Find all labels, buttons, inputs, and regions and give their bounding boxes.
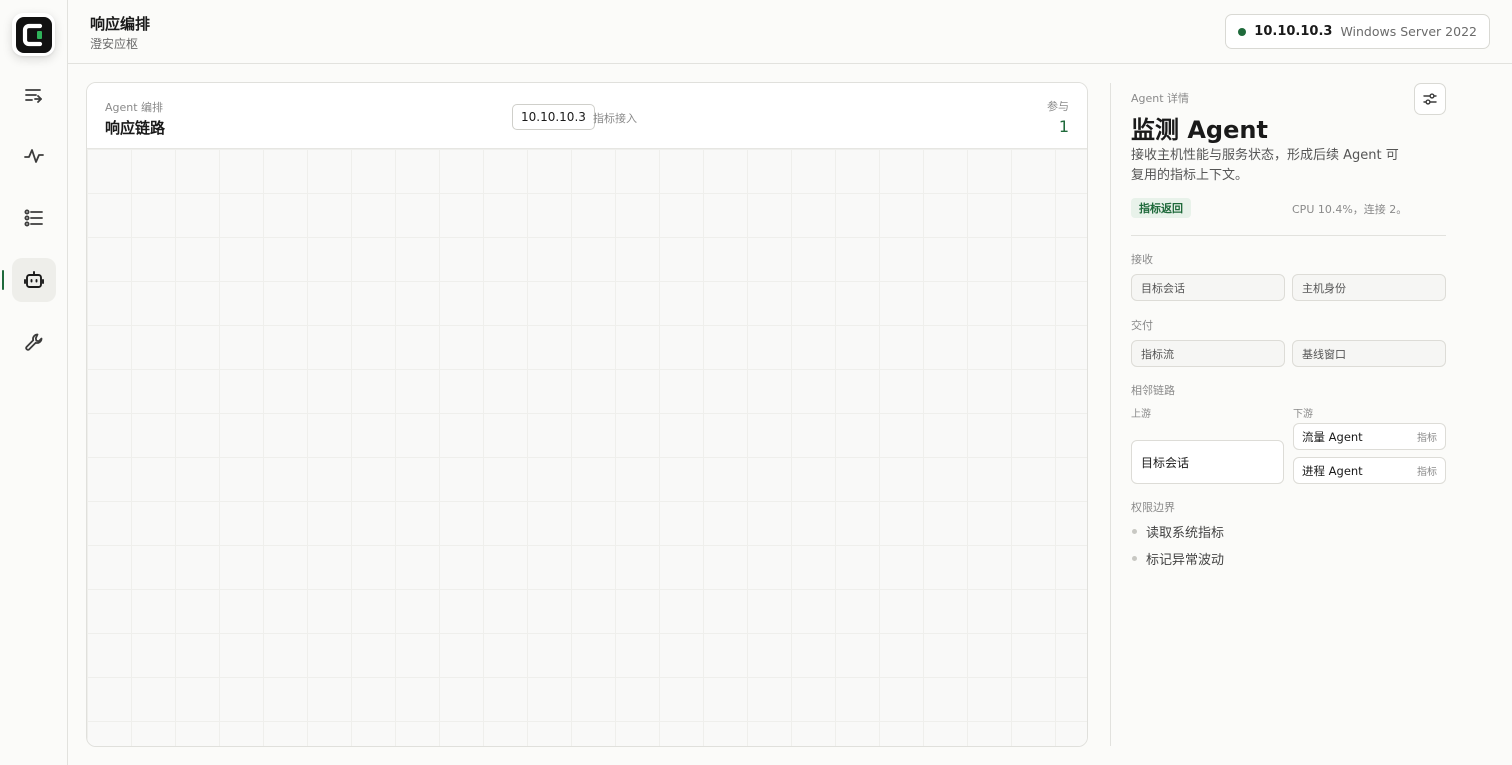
sliders-icon (1423, 93, 1437, 105)
canvas-ip-chip[interactable]: 10.10.10.3 (512, 104, 595, 130)
status-badge: 指标返回 (1131, 198, 1191, 218)
orchestration-canvas-panel: Agent 编排 响应链路 10.10.10.3 指标接入 参与 1 (86, 82, 1088, 747)
list-arrow-icon (25, 89, 42, 103)
upstream-label: 上游 (1131, 409, 1151, 420)
bullet-icon (1132, 529, 1137, 534)
wrench-icon (25, 333, 43, 351)
settings-button[interactable] (1414, 83, 1446, 115)
page-title: 响应编排 (90, 15, 151, 33)
canvas-title: 响应链路 (105, 119, 166, 137)
receive-field-identity: 主机身份 (1292, 274, 1446, 301)
sidebar (0, 0, 68, 765)
participants-label: 参与 (1047, 100, 1069, 113)
host-ip: 10.10.10.3 (1254, 24, 1333, 39)
host-os: Windows Server 2022 (1340, 24, 1477, 39)
downstream-tag: 指标 (1417, 433, 1437, 444)
downstream-name: 流量 Agent (1302, 429, 1363, 444)
neighbors-label: 相邻链路 (1131, 384, 1175, 397)
canvas-header: Agent 编排 响应链路 10.10.10.3 指标接入 参与 1 (87, 83, 1087, 149)
downstream-label: 下游 (1293, 409, 1313, 420)
deliver-label: 交付 (1131, 319, 1153, 332)
receive-field-session: 目标会话 (1131, 274, 1285, 301)
permission-item: 标记异常波动 (1131, 549, 1224, 568)
deliver-field-baseline: 基线窗口 (1292, 340, 1446, 367)
canvas-eyebrow: Agent 编排 (105, 101, 164, 114)
canvas-grid[interactable] (87, 149, 1087, 746)
app-logo-icon (15, 16, 52, 53)
nav-responses[interactable] (12, 73, 56, 117)
app-logo[interactable] (12, 13, 55, 56)
downstream-tag: 指标 (1417, 467, 1437, 478)
nav-tools[interactable] (12, 320, 56, 364)
nav-activity[interactable] (12, 134, 56, 178)
agent-description: 接收主机性能与服务状态，形成后续 Agent 可复用的指标上下文。 (1131, 148, 1399, 183)
robot-icon (24, 271, 44, 288)
section-divider (1131, 235, 1446, 236)
panel-divider (1110, 83, 1111, 746)
host-selector[interactable]: 10.10.10.3 Windows Server 2022 (1225, 14, 1490, 49)
top-bar: 响应编排 澄安应枢 10.10.10.3 Windows Server 2022 (68, 0, 1512, 64)
pulse-icon (24, 149, 44, 163)
nav-tasks[interactable] (12, 196, 56, 240)
downstream-node[interactable]: 进程 Agent 指标 (1293, 457, 1446, 484)
permission-text: 读取系统指标 (1146, 526, 1225, 541)
permission-item: 读取系统指标 (1131, 522, 1224, 541)
agent-title: 监测 Agent (1131, 116, 1268, 144)
receive-label: 接收 (1131, 253, 1153, 266)
metric-summary: CPU 10.4%，连接 2。 (1292, 203, 1408, 216)
downstream-node[interactable]: 流量 Agent 指标 (1293, 423, 1446, 450)
canvas-ip-hint: 指标接入 (593, 112, 637, 125)
nav-agents[interactable] (12, 258, 56, 302)
participants-count: 1 (1058, 117, 1069, 136)
bullet-icon (1132, 556, 1137, 561)
deliver-field-stream: 指标流 (1131, 340, 1285, 367)
page-subtitle: 澄安应枢 (90, 37, 139, 51)
permissions-label: 权限边界 (1131, 501, 1175, 514)
downstream-name: 进程 Agent (1302, 463, 1363, 478)
active-nav-indicator (2, 270, 4, 290)
checklist-icon (24, 209, 43, 227)
status-dot (1238, 27, 1247, 36)
upstream-node[interactable]: 目标会话 (1131, 440, 1284, 484)
detail-eyebrow: Agent 详情 (1131, 92, 1190, 105)
permission-text: 标记异常波动 (1146, 553, 1225, 568)
